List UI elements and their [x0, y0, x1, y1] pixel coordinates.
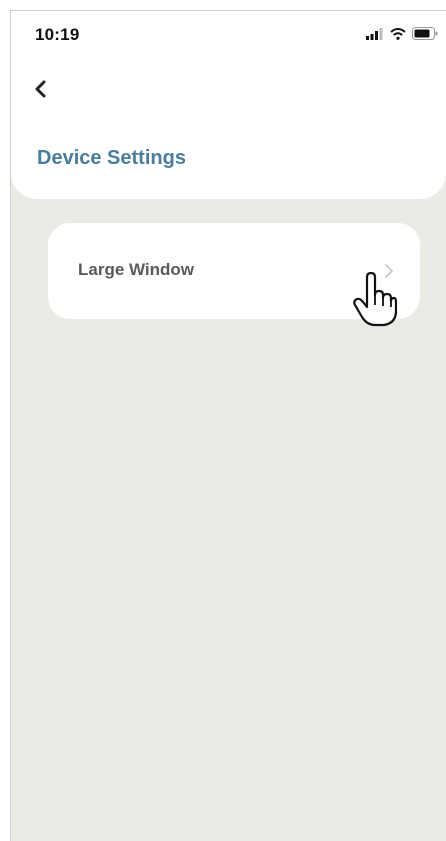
status-icons [366, 27, 438, 40]
battery-icon [412, 27, 438, 40]
header-panel: 10:19 Device Settings [11, 11, 446, 199]
wifi-icon [390, 27, 406, 40]
list-item-label: Large Window [78, 260, 195, 279]
signal-icon [366, 27, 384, 40]
page-title: Device Settings [37, 147, 186, 169]
chevron-left-icon [33, 80, 47, 103]
large-window-item[interactable]: Large Window [48, 223, 420, 319]
chevron-right-icon [384, 263, 394, 279]
back-button[interactable] [33, 77, 61, 105]
phone-screen: 10:19 Device Settings Large Window [10, 10, 446, 841]
status-time: 10:19 [35, 25, 80, 44]
